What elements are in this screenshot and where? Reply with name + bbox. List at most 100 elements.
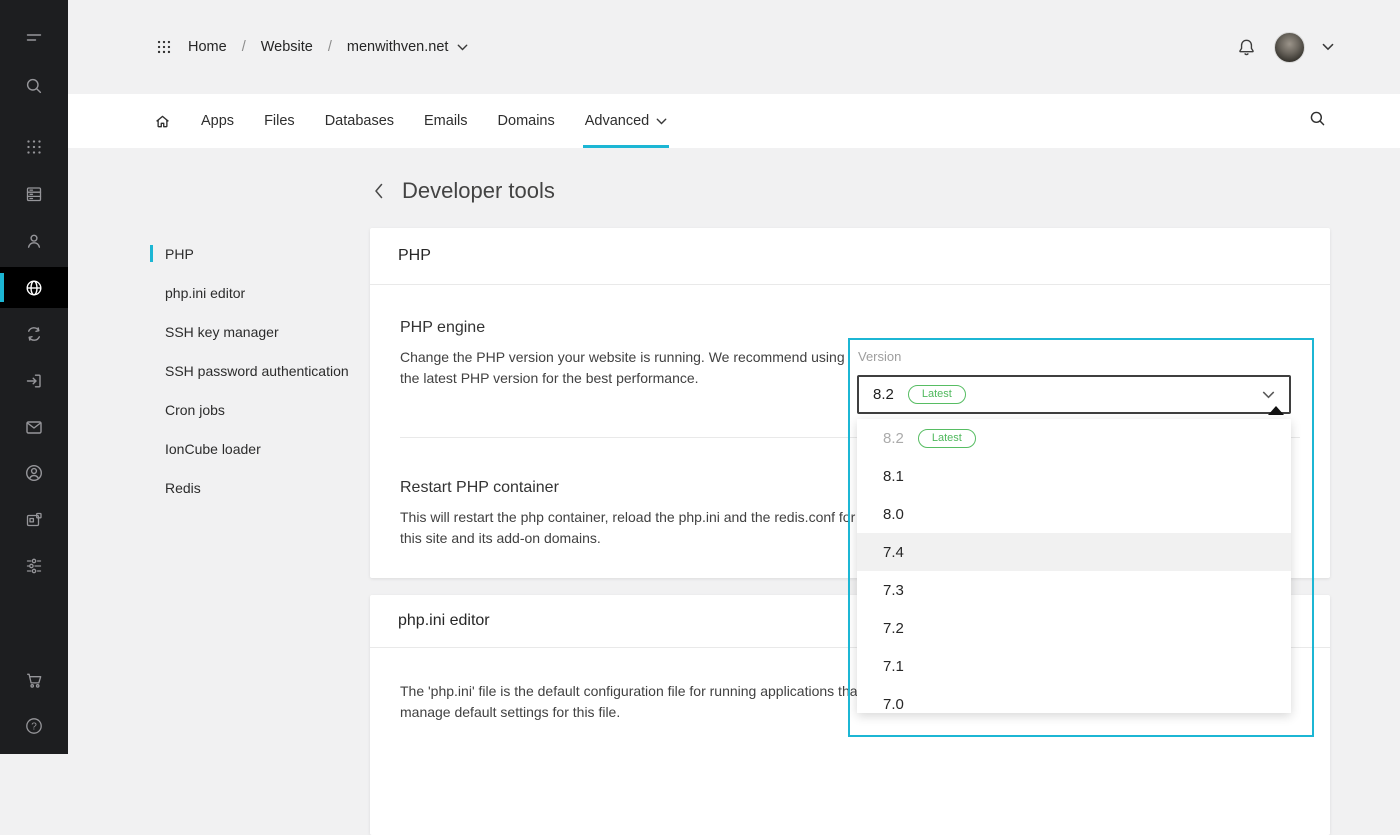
tab-domains[interactable]: Domains bbox=[483, 94, 570, 148]
latest-badge: Latest bbox=[918, 429, 976, 448]
hosting-icon[interactable] bbox=[0, 174, 68, 214]
php-card-header: PHP bbox=[370, 228, 1330, 285]
collapse-menu-icon[interactable] bbox=[0, 18, 68, 58]
version-option-7-2[interactable]: 7.2 bbox=[857, 609, 1291, 647]
top-right-controls bbox=[1236, 32, 1334, 63]
user-avatar[interactable] bbox=[1274, 32, 1305, 63]
websites-icon[interactable] bbox=[0, 267, 68, 308]
subnav-item-phpini-editor[interactable]: php.ini editor bbox=[150, 273, 380, 312]
version-dropdown-list: 8.2 Latest 8.1 8.0 7.4 7.3 7.2 7.1 7.0 bbox=[857, 419, 1291, 713]
tab-apps[interactable]: Apps bbox=[186, 94, 249, 148]
version-option-7-0[interactable]: 7.0 bbox=[857, 685, 1291, 713]
cart-icon[interactable] bbox=[0, 660, 68, 700]
phpini-description-line: The 'php.ini' file is the default config… bbox=[400, 681, 870, 702]
search-icon[interactable] bbox=[0, 66, 68, 106]
profile-icon[interactable] bbox=[0, 221, 68, 261]
email-icon[interactable] bbox=[0, 407, 68, 447]
restart-php-description-line: this site and its add-on domains. bbox=[400, 528, 855, 549]
breadcrumb: Home / Website / menwithven.net bbox=[155, 38, 468, 56]
subnav-item-ssh-password-auth[interactable]: SSH password authentication bbox=[150, 351, 380, 390]
version-option-7-4[interactable]: 7.4 bbox=[857, 533, 1291, 571]
breadcrumb-grid-icon[interactable] bbox=[155, 38, 173, 56]
sidebar-active-indicator bbox=[0, 273, 4, 302]
version-select[interactable]: 8.2 Latest bbox=[857, 375, 1291, 414]
page-title-row: Developer tools bbox=[372, 178, 555, 204]
version-option-7-1[interactable]: 7.1 bbox=[857, 647, 1291, 685]
billing-icon[interactable] bbox=[0, 500, 68, 540]
breadcrumb-home[interactable]: Home bbox=[188, 39, 227, 55]
subnav-label: Redis bbox=[165, 480, 201, 496]
version-field-label: Version bbox=[858, 349, 901, 364]
subnav-item-ioncube-loader[interactable]: IonCube loader bbox=[150, 429, 380, 468]
tab-advanced-label: Advanced bbox=[585, 113, 650, 129]
version-option-label: 8.1 bbox=[883, 468, 904, 485]
select-chevron-down-icon bbox=[1262, 391, 1275, 399]
back-button[interactable] bbox=[372, 179, 385, 203]
sync-icon[interactable] bbox=[0, 314, 68, 354]
chevron-down-icon bbox=[656, 118, 667, 125]
restart-php-title: Restart PHP container bbox=[400, 479, 559, 497]
phpini-description: The 'php.ini' file is the default config… bbox=[400, 681, 870, 722]
version-option-label: 7.0 bbox=[883, 696, 904, 713]
subnav-item-redis[interactable]: Redis bbox=[150, 468, 380, 507]
tab-files[interactable]: Files bbox=[249, 94, 310, 148]
svg-text:?: ? bbox=[31, 722, 37, 733]
version-option-label: 7.2 bbox=[883, 620, 904, 637]
restart-php-description: This will restart the php container, rel… bbox=[400, 507, 855, 548]
subnav-label: IonCube loader bbox=[165, 441, 261, 457]
account-menu-chevron-icon[interactable] bbox=[1322, 43, 1334, 51]
version-selected-value: 8.2 bbox=[873, 386, 894, 403]
breadcrumb-separator: / bbox=[242, 39, 246, 55]
php-engine-description-line: Change the PHP version your website is r… bbox=[400, 347, 845, 368]
php-engine-title: PHP engine bbox=[400, 319, 485, 337]
version-option-7-3[interactable]: 7.3 bbox=[857, 571, 1291, 609]
import-icon[interactable] bbox=[0, 361, 68, 401]
latest-badge: Latest bbox=[908, 385, 966, 404]
top-bar: Home / Website / menwithven.net bbox=[68, 0, 1400, 94]
version-option-label: 7.1 bbox=[883, 658, 904, 675]
tab-emails[interactable]: Emails bbox=[409, 94, 483, 148]
breadcrumb-domain-dropdown[interactable]: menwithven.net bbox=[347, 39, 469, 55]
nav-search-icon[interactable] bbox=[1308, 109, 1327, 133]
settings-icon[interactable] bbox=[0, 546, 68, 586]
home-tab-icon[interactable] bbox=[153, 94, 186, 148]
subnav-item-cron-jobs[interactable]: Cron jobs bbox=[150, 390, 380, 429]
chevron-down-icon bbox=[457, 44, 468, 51]
version-option-label: 7.4 bbox=[883, 544, 904, 561]
php-engine-description-line: the latest PHP version for the best perf… bbox=[400, 368, 845, 389]
help-icon[interactable]: ? bbox=[0, 706, 68, 746]
breadcrumb-separator: / bbox=[328, 39, 332, 55]
version-option-label: 7.3 bbox=[883, 582, 904, 599]
breadcrumb-website[interactable]: Website bbox=[261, 39, 313, 55]
developer-tools-subnav: PHP php.ini editor SSH key manager SSH p… bbox=[150, 234, 380, 507]
subnav-label: php.ini editor bbox=[165, 285, 245, 301]
subnav-item-ssh-key-manager[interactable]: SSH key manager bbox=[150, 312, 380, 351]
php-engine-description: Change the PHP version your website is r… bbox=[400, 347, 845, 388]
tab-apps-label: Apps bbox=[201, 113, 234, 129]
version-option-label: 8.0 bbox=[883, 506, 904, 523]
sidebar: ? bbox=[0, 0, 68, 754]
dropdown-caret bbox=[1268, 406, 1284, 415]
tab-advanced[interactable]: Advanced bbox=[570, 94, 683, 148]
tab-domains-label: Domains bbox=[498, 113, 555, 129]
site-nav: Apps Files Databases Emails Domains Adva… bbox=[68, 94, 1400, 148]
tab-databases-label: Databases bbox=[325, 113, 394, 129]
page-title: Developer tools bbox=[402, 178, 555, 204]
tab-files-label: Files bbox=[264, 113, 295, 129]
subnav-label: Cron jobs bbox=[165, 402, 225, 418]
subnav-item-php[interactable]: PHP bbox=[150, 234, 380, 273]
restart-php-description-line: This will restart the php container, rel… bbox=[400, 507, 855, 528]
subnav-label: SSH password authentication bbox=[165, 363, 349, 379]
subnav-label: SSH key manager bbox=[165, 324, 279, 340]
grid-apps-icon[interactable] bbox=[0, 127, 68, 167]
breadcrumb-domain-label: menwithven.net bbox=[347, 39, 449, 55]
version-option-8-0[interactable]: 8.0 bbox=[857, 495, 1291, 533]
tab-databases[interactable]: Databases bbox=[310, 94, 409, 148]
tab-emails-label: Emails bbox=[424, 113, 468, 129]
version-option-8-1[interactable]: 8.1 bbox=[857, 457, 1291, 495]
subnav-label: PHP bbox=[165, 246, 194, 262]
version-option-label: 8.2 bbox=[883, 430, 904, 447]
version-option-8-2[interactable]: 8.2 Latest bbox=[857, 419, 1291, 457]
account-icon[interactable] bbox=[0, 453, 68, 493]
notifications-bell-icon[interactable] bbox=[1236, 37, 1257, 58]
